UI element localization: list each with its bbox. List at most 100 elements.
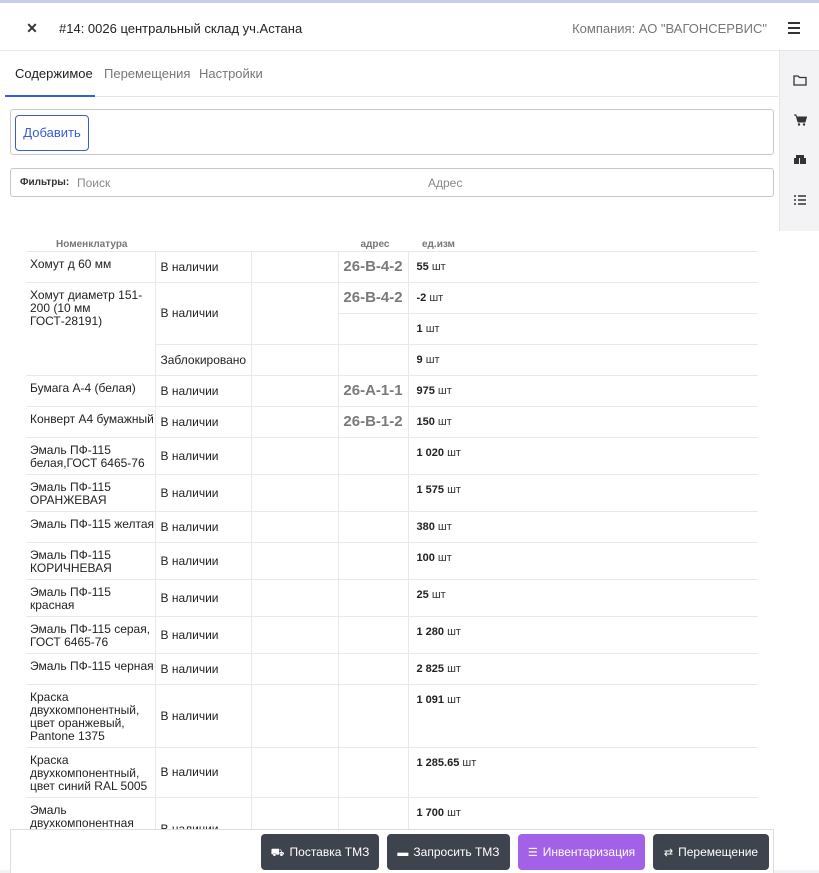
- qty-unit: шт: [425, 322, 440, 335]
- transfer-label: Перемещение: [678, 845, 759, 859]
- item-status: В наличии: [154, 796, 252, 829]
- item-name: Эмаль ПФ-115 красная: [26, 578, 155, 616]
- qty-unit: шт: [447, 693, 461, 706]
- right-sidebar: [779, 51, 819, 231]
- item-address: 26-В-1-2: [338, 405, 409, 437]
- table-row[interactable]: Конверт А4 бумажный В наличии 26-В-1-2 1…: [26, 405, 758, 437]
- folder-icon[interactable]: [790, 71, 810, 91]
- item-address: [338, 578, 409, 616]
- qty-unit: шт: [447, 446, 461, 459]
- qty-value: 25: [416, 588, 429, 601]
- item-status: В наличии: [154, 374, 252, 406]
- request-tmz-label: Запросить ТМЗ: [413, 845, 500, 859]
- qty-unit: шт: [447, 806, 461, 819]
- request-tmz-button[interactable]: ▬ Запросить ТМЗ: [387, 834, 510, 870]
- item-extra: [251, 343, 339, 375]
- add-button[interactable]: Добавить: [15, 115, 89, 151]
- hamburger-menu-icon[interactable]: [785, 19, 803, 37]
- list-icon[interactable]: [790, 191, 810, 211]
- item-quantity: 9 шт: [408, 343, 758, 375]
- item-status: В наличии: [154, 436, 252, 474]
- table-row[interactable]: Краска двухкомпонентный, цвет синий RAL …: [26, 746, 758, 797]
- table-row[interactable]: Хомут д 60 мм В наличии 26-В-4-2 55 шт: [26, 250, 758, 282]
- table-row[interactable]: Эмаль ПФ-115 КОРИЧНЕВАЯ В наличии 100 шт: [26, 541, 758, 579]
- item-extra: [251, 436, 339, 474]
- tab-settings[interactable]: Настройки: [199, 66, 263, 81]
- item-quantity: 100 шт: [408, 541, 758, 579]
- address-filter-input[interactable]: [428, 173, 728, 193]
- close-icon[interactable]: ✕: [22, 18, 42, 38]
- qty-value: 1 700: [416, 806, 445, 819]
- cart-icon[interactable]: [790, 111, 810, 131]
- item-name: Эмаль ПФ-115 черная: [26, 652, 155, 684]
- table-row[interactable]: Эмаль двухкомпонентная цвет синий RAL -5…: [26, 796, 758, 829]
- item-name: Краска двухкомпонентный, цвет синий RAL …: [26, 746, 155, 797]
- table-row[interactable]: Эмаль ПФ-115 черная В наличии 2 825 шт: [26, 652, 758, 684]
- table-header-row: Номенклатура адрес ед.изм: [26, 237, 758, 251]
- inventory-button[interactable]: ☰ Инвентаризация: [518, 834, 645, 870]
- item-address: [338, 541, 409, 579]
- item-address: [338, 683, 409, 747]
- item-address: [338, 510, 409, 542]
- boxes-icon[interactable]: [790, 151, 810, 171]
- item-name: Эмаль двухкомпонентная цвет синий RAL -5…: [26, 796, 155, 829]
- filters-bar: Фильтры:: [10, 168, 774, 197]
- inventory-label: Инвентаризация: [542, 845, 636, 859]
- qty-unit: шт: [447, 483, 461, 496]
- action-bar: ⛟ Поставка ТМЗ ▬ Запросить ТМЗ ☰ Инвентариз…: [10, 829, 774, 873]
- item-address: [338, 652, 409, 684]
- table-row[interactable]: Краска двухкомпонентный, цвет оранжевый,…: [26, 683, 758, 747]
- item-status: В наличии: [154, 615, 252, 653]
- item-status: В наличии: [154, 652, 252, 684]
- col-header-unit: ед.изм: [422, 238, 455, 250]
- table-row[interactable]: Эмаль ПФ-115 белая,ГОСТ 6465-76 В наличи…: [26, 436, 758, 474]
- item-extra: [251, 578, 339, 616]
- item-quantity: 1 091 шт: [408, 683, 758, 747]
- table-row[interactable]: Эмаль ПФ-115 серая, ГОСТ 6465-76 В налич…: [26, 615, 758, 653]
- item-quantity: 1 700 шт: [408, 796, 758, 829]
- boxes-icon: ▬: [397, 847, 409, 859]
- active-tab-indicator: [5, 95, 95, 97]
- item-name: Эмаль ПФ-115 белая,ГОСТ 6465-76: [26, 436, 155, 474]
- qty-value: 2 825: [416, 662, 445, 675]
- item-quantity: 1 020 шт: [408, 436, 758, 474]
- page-title: #14: 0026 центральный склад уч.Астана: [59, 21, 303, 36]
- item-status: В наличии: [154, 578, 252, 616]
- item-name: Хомут диаметр 151-200 (10 мм ГОСТ-28191): [26, 281, 155, 375]
- item-extra: [251, 374, 339, 406]
- qty-value: 1 285.65: [416, 756, 460, 769]
- col-header-address: адрес: [360, 238, 390, 250]
- table-row[interactable]: Эмаль ПФ-115 желтая В наличии 380 шт: [26, 510, 758, 542]
- table-row[interactable]: Бумага А-4 (белая) В наличии 26-А-1-1 97…: [26, 374, 758, 406]
- checklist-icon: ☰: [527, 847, 538, 859]
- item-extra: [251, 281, 339, 344]
- transfer-button[interactable]: ⇄ Перемещение: [653, 834, 769, 870]
- item-quantity: 55 шт: [408, 250, 758, 282]
- item-address: [338, 473, 409, 511]
- qty-value: 1 575: [416, 483, 445, 496]
- item-extra: [251, 473, 339, 511]
- item-status: В наличии: [154, 746, 252, 797]
- table-row[interactable]: Эмаль ПФ-115 ОРАНЖЕВАЯ В наличии 1 575 ш…: [26, 473, 758, 511]
- qty-unit: шт: [462, 756, 477, 769]
- item-extra: [251, 683, 339, 747]
- qty-unit: шт: [429, 291, 444, 304]
- col-header-extra: [251, 237, 338, 251]
- item-extra: [251, 652, 339, 684]
- qty-value: 9: [416, 353, 423, 366]
- item-quantity: 1 280 шт: [408, 615, 758, 653]
- item-quantity: 1 285.65 шт: [408, 746, 758, 797]
- qty-unit: шт: [447, 625, 461, 638]
- item-status: В наличии: [154, 683, 252, 747]
- table-row[interactable]: Эмаль ПФ-115 красная В наличии 25 шт: [26, 578, 758, 616]
- qty-unit: шт: [425, 353, 440, 366]
- qty-value: 55: [416, 260, 429, 273]
- search-input[interactable]: [77, 173, 377, 193]
- supply-tmz-button[interactable]: ⛟ Поставка ТМЗ: [261, 834, 379, 870]
- item-quantity: 380 шт: [408, 510, 758, 542]
- tab-contents[interactable]: Содержимое: [15, 66, 93, 81]
- item-status: В наличии: [154, 281, 252, 344]
- item-extra: [251, 510, 339, 542]
- tab-movements[interactable]: Перемещения: [104, 66, 190, 81]
- table-row[interactable]: Хомут диаметр 151-200 (10 мм ГОСТ-28191)…: [26, 281, 758, 375]
